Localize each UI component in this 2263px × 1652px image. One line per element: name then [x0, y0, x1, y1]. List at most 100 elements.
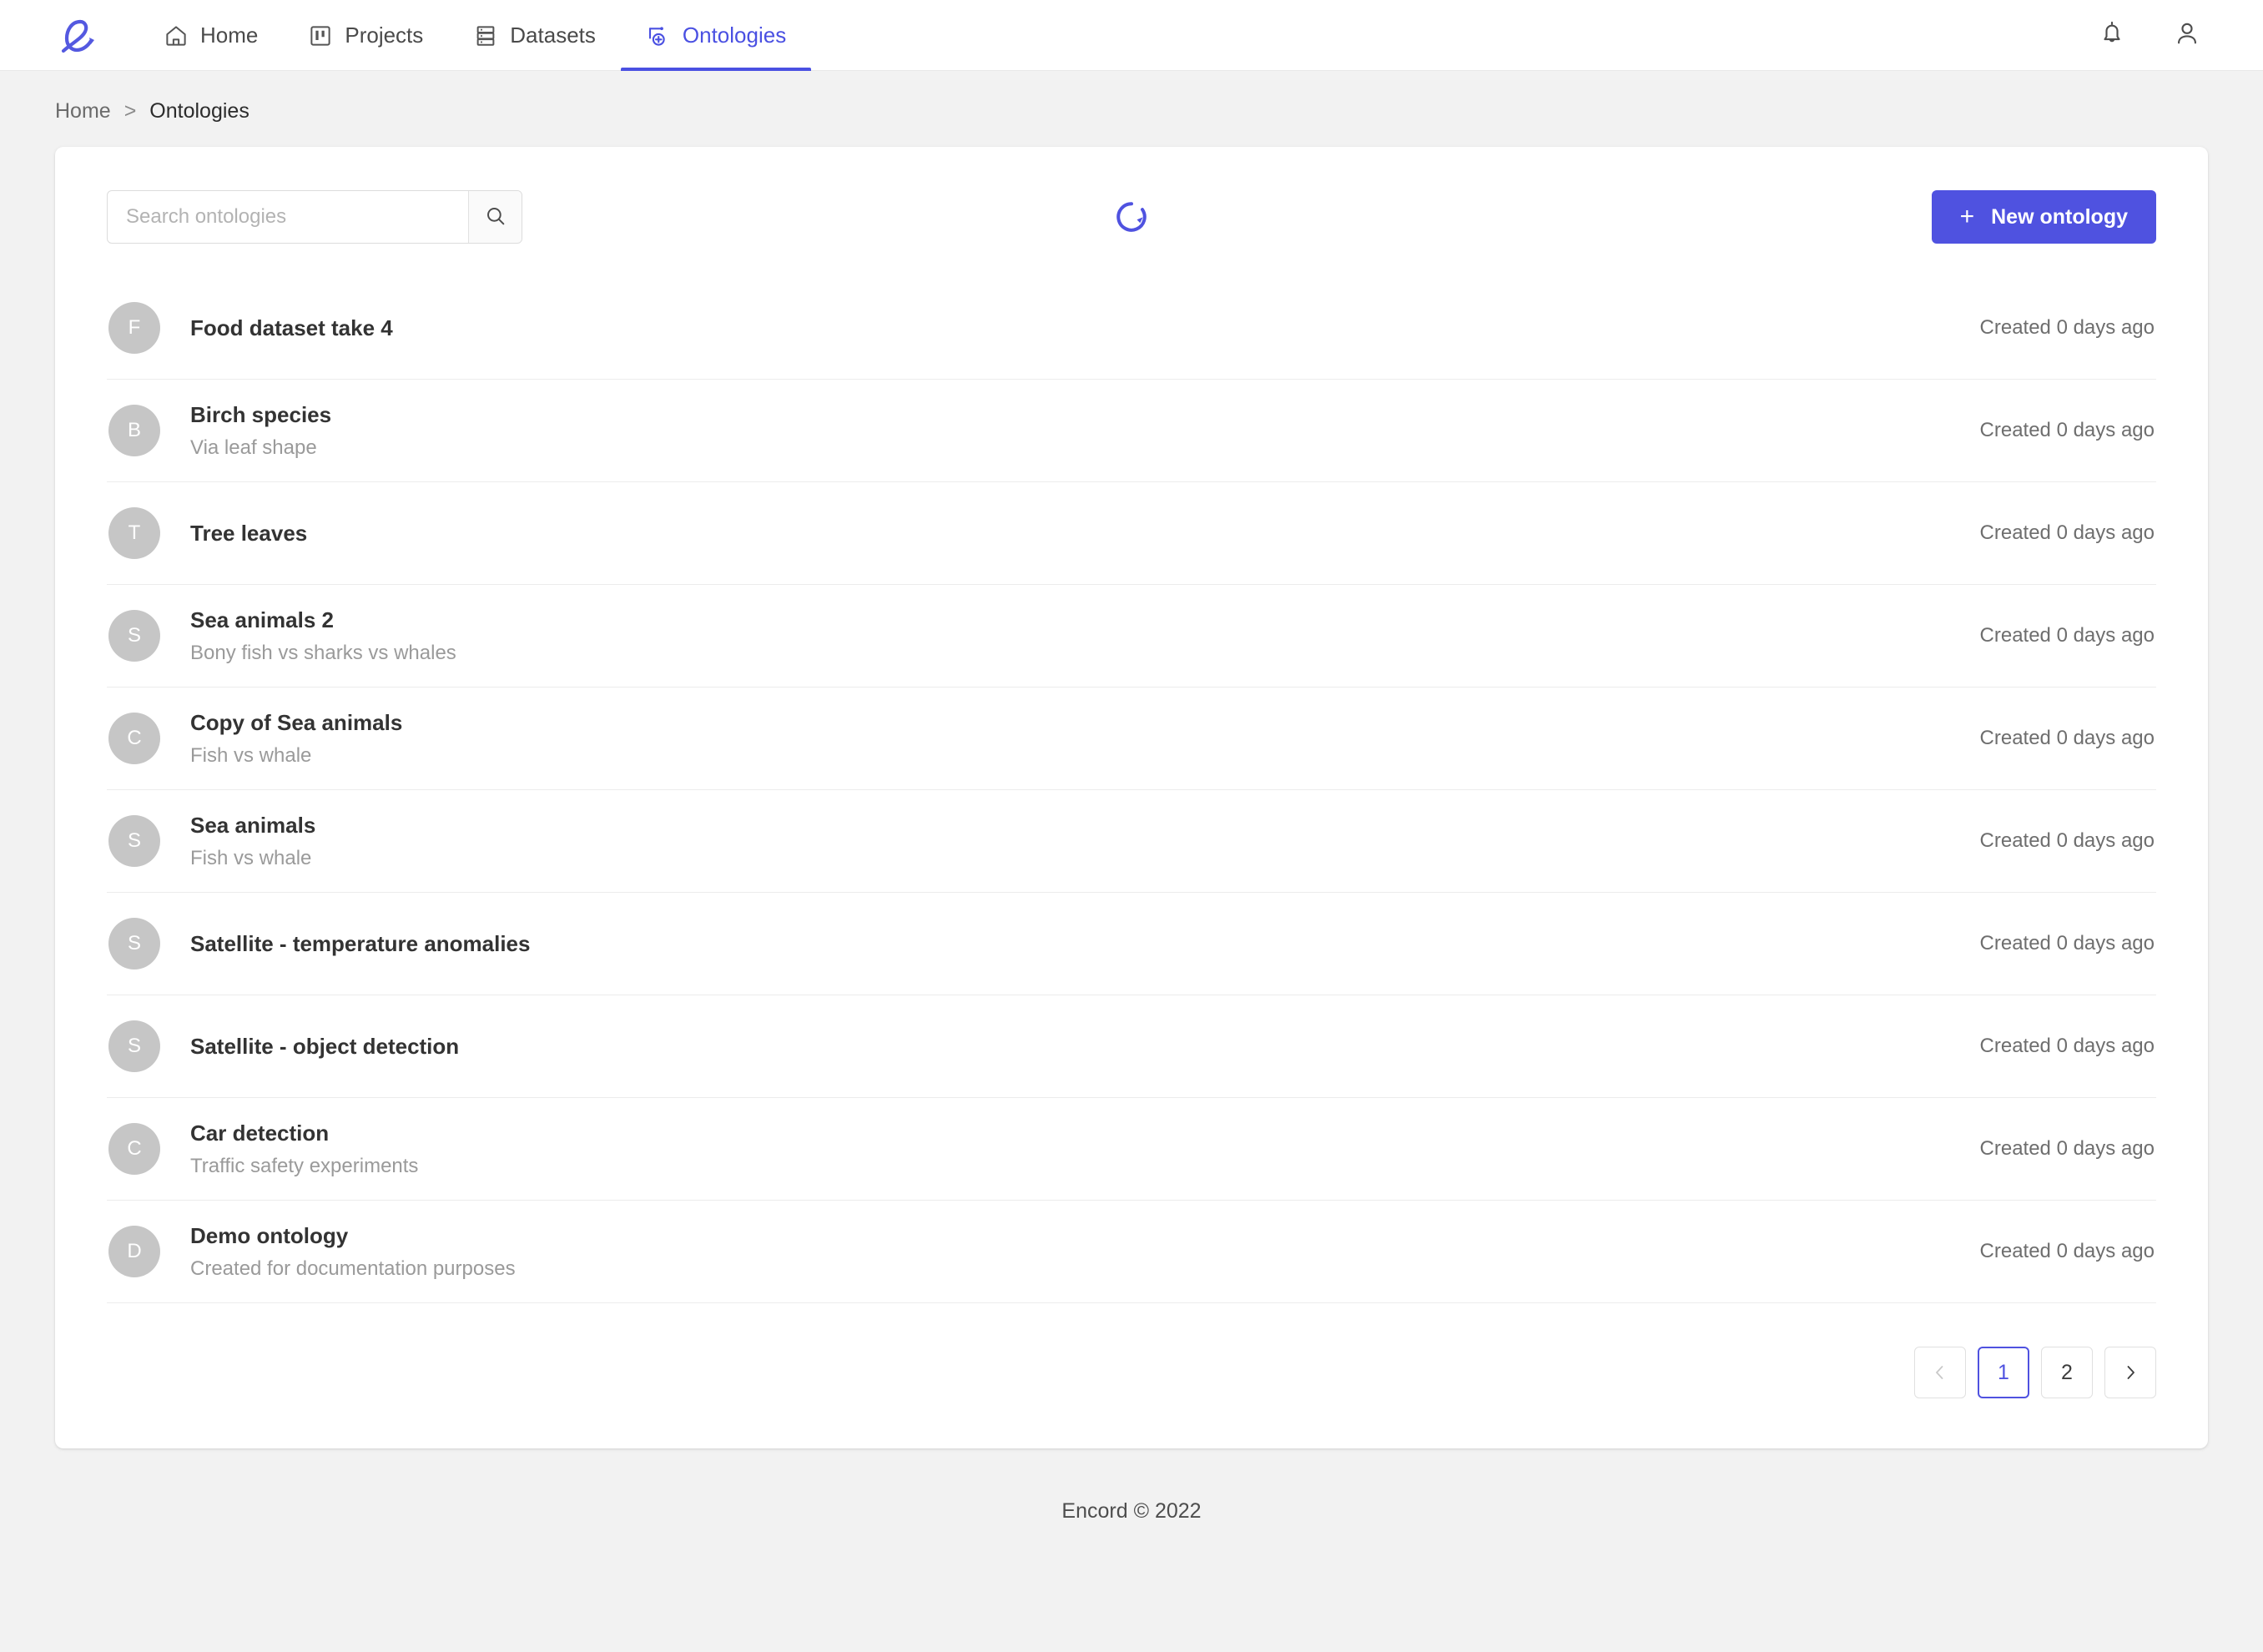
navbar-actions	[2094, 18, 2223, 53]
ontology-title: Copy of Sea animals	[190, 709, 403, 735]
projects-icon	[308, 23, 333, 48]
new-ontology-button[interactable]: + New ontology	[1931, 190, 2156, 244]
nav-item-projects-label: Projects	[345, 23, 424, 48]
avatar: F	[108, 302, 160, 354]
ontology-row-text: Demo ontology Created for documentation p…	[190, 1223, 516, 1281]
pagination-prev[interactable]	[1914, 1347, 1966, 1398]
search-box	[107, 190, 522, 244]
breadcrumb-current: Ontologies	[149, 98, 249, 123]
ontology-row[interactable]: S Sea animals Fish vs whale Created 0 days …	[107, 790, 2156, 893]
ontology-created-at: Created 0 days ago	[1979, 1240, 2155, 1262]
encord-logo[interactable]	[50, 10, 102, 62]
nav-item-projects[interactable]: Projects	[283, 0, 448, 71]
breadcrumb: Home > Ontologies	[0, 71, 2263, 128]
ontology-created-at: Created 0 days ago	[1979, 1035, 2155, 1057]
chevron-right-icon	[2127, 1366, 2134, 1379]
ontology-subtitle: Fish vs whale	[190, 743, 312, 767]
ontology-subtitle: Fish vs whale	[190, 846, 312, 869]
loading-spinner	[1115, 190, 1148, 244]
chevron-left-icon	[1936, 1366, 1943, 1379]
ontology-title: Car detection	[190, 1120, 330, 1146]
nav-item-ontologies[interactable]: Ontologies	[620, 0, 812, 71]
ontology-title: Sea animals	[190, 812, 316, 838]
ontology-row-text: Copy of Sea animals Fish vs whale	[190, 710, 402, 768]
ontology-row-text: Satellite - temperature anomalies	[190, 931, 530, 957]
ontology-row-text: Tree leaves	[190, 521, 307, 546]
avatar: B	[108, 405, 160, 456]
account-button[interactable]	[2170, 18, 2205, 53]
copyright-text: Encord © 2022	[1061, 1498, 1202, 1523]
pagination-next[interactable]	[2104, 1347, 2156, 1398]
datasets-icon	[473, 23, 498, 48]
ontology-created-at: Created 0 days ago	[1979, 829, 2155, 852]
ontology-row-text: Satellite - object detection	[190, 1034, 459, 1060]
ontology-row-text: Car detection Traffic safety experiments	[190, 1121, 418, 1178]
ontology-title: Tree leaves	[190, 520, 308, 546]
ontology-title: Demo ontology	[190, 1222, 349, 1248]
ontology-subtitle: Bony fish vs sharks vs whales	[190, 641, 456, 664]
card-toolbar: + New ontology	[107, 190, 2156, 244]
ontology-created-at: Created 0 days ago	[1979, 419, 2155, 441]
ontology-created-at: Created 0 days ago	[1979, 1137, 2155, 1160]
nav-item-ontologies-label: Ontologies	[682, 23, 787, 48]
ontology-title: Food dataset take 4	[190, 315, 393, 340]
ontology-created-at: Created 0 days ago	[1979, 624, 2155, 647]
search-button[interactable]	[468, 191, 522, 243]
ontology-subtitle: Traffic safety experiments	[190, 1154, 419, 1177]
user-icon	[2173, 19, 2201, 52]
breadcrumb-separator: >	[123, 98, 137, 123]
ontology-row-text: Sea animals Fish vs whale	[190, 813, 315, 870]
ontology-row[interactable]: T Tree leaves Created 0 days ago	[107, 482, 2156, 585]
ontology-row-text: Sea animals 2 Bony fish vs sharks vs whal…	[190, 607, 456, 665]
pagination: 1 2	[107, 1347, 2156, 1398]
notifications-button[interactable]	[2094, 18, 2129, 53]
ontologies-card: + New ontology F Food dataset take 4 Creat…	[55, 147, 2208, 1448]
avatar: T	[108, 507, 160, 559]
ontology-row[interactable]: S Satellite - temperature anomalies Create…	[107, 893, 2156, 995]
ontology-title: Satellite - object detection	[190, 1033, 460, 1059]
home-icon	[164, 23, 189, 48]
search-input[interactable]	[108, 191, 468, 243]
ontology-row-text: Birch species Via leaf shape	[190, 402, 331, 460]
ontology-title: Sea animals 2	[190, 607, 334, 632]
ontology-title: Birch species	[190, 401, 332, 427]
primary-nav: Home Projects Datasets Ontologies	[139, 0, 812, 71]
ontology-created-at: Created 0 days ago	[1979, 932, 2155, 954]
plus-icon: +	[1959, 203, 1975, 230]
search-icon	[484, 204, 507, 230]
top-navbar: Home Projects Datasets Ontologies	[0, 0, 2263, 71]
ontology-subtitle: Via leaf shape	[190, 436, 317, 459]
ontology-row-text: Food dataset take 4	[190, 315, 393, 341]
nav-item-home[interactable]: Home	[139, 0, 283, 71]
avatar: S	[108, 1020, 160, 1072]
ontology-row[interactable]: S Satellite - object detection Created 0 d…	[107, 995, 2156, 1098]
avatar: C	[108, 713, 160, 764]
ontology-list: F Food dataset take 4 Created 0 days ago B B…	[107, 277, 2156, 1303]
pagination-page-1[interactable]: 1	[1978, 1347, 2029, 1398]
breadcrumb-home[interactable]: Home	[55, 99, 111, 123]
ontology-row[interactable]: S Sea animals 2 Bony fish vs sharks vs wha…	[107, 585, 2156, 687]
ontology-row[interactable]: C Car detection Traffic safety experiments…	[107, 1098, 2156, 1201]
page-footer: Encord © 2022	[0, 1448, 2263, 1574]
ontology-subtitle: Created for documentation purposes	[190, 1257, 516, 1280]
ontology-row[interactable]: B Birch species Via leaf shape Created 0 da…	[107, 380, 2156, 482]
ontology-title: Satellite - temperature anomalies	[190, 930, 531, 956]
avatar: C	[108, 1123, 160, 1175]
ontology-row[interactable]: D Demo ontology Created for documentation …	[107, 1201, 2156, 1303]
nav-item-datasets[interactable]: Datasets	[448, 0, 621, 71]
bell-icon	[2098, 19, 2126, 52]
new-ontology-label: New ontology	[1991, 204, 2128, 229]
ontology-row[interactable]: C Copy of Sea animals Fish vs whale Created…	[107, 687, 2156, 790]
ontology-created-at: Created 0 days ago	[1979, 727, 2155, 749]
avatar: D	[108, 1226, 160, 1277]
avatar: S	[108, 815, 160, 867]
ontology-created-at: Created 0 days ago	[1979, 316, 2155, 339]
nav-item-datasets-label: Datasets	[510, 23, 596, 48]
nav-item-home-label: Home	[200, 23, 259, 48]
ontology-row[interactable]: F Food dataset take 4 Created 0 days ago	[107, 277, 2156, 380]
avatar: S	[108, 610, 160, 662]
avatar: S	[108, 918, 160, 970]
ontology-created-at: Created 0 days ago	[1979, 521, 2155, 544]
pagination-page-2[interactable]: 2	[2041, 1347, 2093, 1398]
ontologies-icon	[646, 23, 671, 48]
